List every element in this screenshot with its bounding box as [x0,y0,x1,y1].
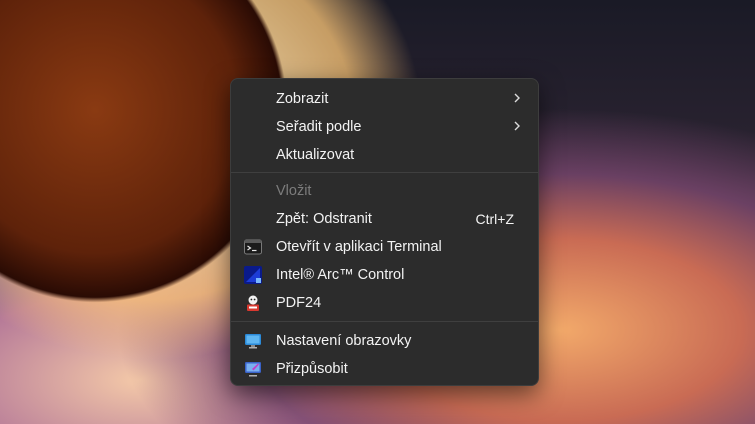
menu-separator [231,172,538,173]
display-settings-icon [245,334,261,349]
menu-item-label: Vložit [276,183,312,199]
intel-arc-icon [244,266,262,284]
menu-separator [231,321,538,322]
shortcut-text: Ctrl+Z [475,211,515,227]
menu-item-label: Přizpůsobit [276,361,348,377]
menu-item-paste: Vložit [235,177,534,205]
menu-item-label: Intel® Arc™ Control [276,267,405,283]
terminal-icon [244,239,262,255]
menu-item-label: Aktualizovat [276,147,355,163]
menu-item-intel-arc-control[interactable]: Intel® Arc™ Control [235,261,534,289]
pdf24-icon [247,295,259,311]
menu-item-sort-by[interactable]: Seřadit podle [235,113,534,141]
menu-item-label: PDF24 [276,295,322,311]
chevron-right-icon [514,121,520,131]
context-menu: Zobrazit Seřadit podle Aktualizovat Vlož… [230,78,539,386]
menu-item-pdf24[interactable]: PDF24 [235,289,534,317]
chevron-right-icon [514,93,520,103]
menu-item-label: Seřadit podle [276,119,362,135]
menu-item-personalize[interactable]: Přizpůsobit [235,355,534,383]
menu-item-view[interactable]: Zobrazit [235,85,534,113]
menu-item-undo-delete[interactable]: Zpět: Odstranit Ctrl+Z [235,205,534,233]
menu-item-label: Zobrazit [276,91,329,107]
menu-item-refresh[interactable]: Aktualizovat [235,141,534,169]
menu-item-label: Otevřít v aplikaci Terminal [276,239,442,255]
menu-item-label: Nastavení obrazovky [276,333,412,349]
menu-item-display-settings[interactable]: Nastavení obrazovky [235,327,534,355]
personalize-icon [245,362,261,377]
menu-item-label: Zpět: Odstranit [276,211,372,227]
menu-item-open-terminal[interactable]: Otevřít v aplikaci Terminal [235,233,534,261]
